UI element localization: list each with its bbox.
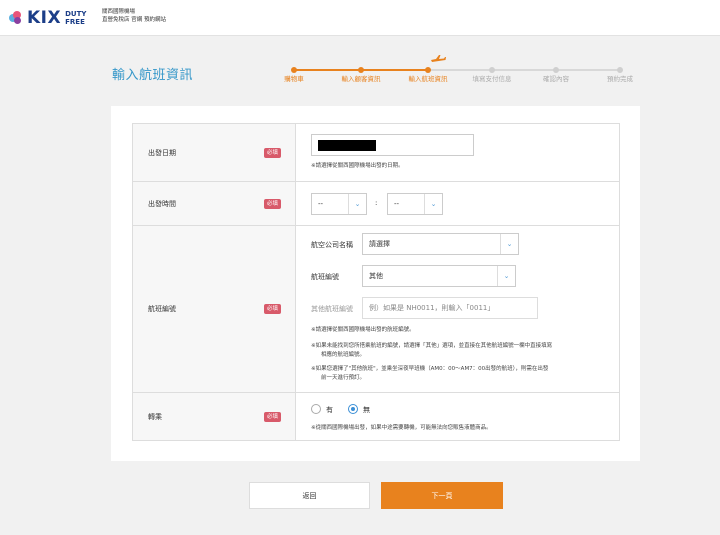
time-label: 出發時間 bbox=[148, 199, 176, 208]
step-dot-5 bbox=[553, 67, 559, 73]
label-cell-flight: 航班編號 必填 bbox=[132, 225, 296, 393]
transfer-no-label[interactable]: 無 bbox=[363, 405, 370, 415]
chevron-down-icon: ⌄ bbox=[348, 194, 366, 214]
step-label-3: 輸入航班資訊 bbox=[408, 75, 448, 83]
value-cell-transfer: 有 無 ※從關西國際機場出發，如果中途需要轉機，可能無法向您販售液體商品。 bbox=[295, 392, 620, 441]
transfer-yes-label[interactable]: 有 bbox=[326, 405, 333, 415]
logo-sub-line1: DUTY bbox=[65, 10, 87, 18]
label-cell-time: 出發時間 必填 bbox=[132, 181, 296, 226]
step-dot-4 bbox=[489, 67, 495, 73]
row-transfer: 轉乘 必填 有 無 ※從關西國際機場出發，如果中途需要轉機，可能無法向您販售液體… bbox=[132, 392, 620, 441]
date-value-redacted bbox=[318, 139, 376, 151]
step-dot-3 bbox=[425, 67, 431, 73]
chevron-down-icon: ⌄ bbox=[500, 234, 518, 254]
required-badge: 必填 bbox=[263, 304, 281, 314]
step-dot-6 bbox=[617, 67, 623, 73]
radio-checked-dot bbox=[351, 407, 355, 411]
step-label-4: 填寫支付信息 bbox=[472, 75, 512, 83]
row-departure-time: 出發時間 必填 -- ⌄ : -- ⌄ bbox=[132, 181, 620, 226]
date-input[interactable] bbox=[311, 134, 474, 156]
required-badge: 必填 bbox=[263, 147, 281, 158]
transfer-label: 轉乘 bbox=[148, 412, 162, 421]
flight-form: 出發日期 必填 ※請選擇從關西國際機場出發的日期。 出發時間 必填 -- ⌄:… bbox=[132, 123, 620, 441]
value-cell-time: -- ⌄ : -- ⌄ bbox=[295, 181, 620, 226]
next-button[interactable]: 下一頁 bbox=[381, 482, 503, 509]
kix-logo[interactable]: KIX DUTY FREE bbox=[9, 8, 86, 28]
flight-note-1: ※請選擇從關西國際機場出發的航班編號。 bbox=[311, 327, 415, 333]
step-label-1: 購物車 bbox=[284, 75, 304, 83]
airplane-icon bbox=[431, 55, 446, 62]
header-line2: 直營免稅店 官網 預約網站 bbox=[102, 17, 166, 23]
row-departure-date: 出發日期 必填 ※請選擇從關西國際機場出發的日期。 bbox=[132, 123, 620, 182]
airline-label: 航空公司名稱 bbox=[311, 241, 353, 249]
flight-label: 航班編號 bbox=[148, 305, 176, 313]
chevron-down-icon: ⌄ bbox=[497, 266, 515, 286]
back-button[interactable]: 返回 bbox=[249, 482, 370, 509]
row-flight-number: 航班編號 必填 航空公司名稱 請選擇 ⌄ 航班編號 其他 ⌄ 其他航班編號 例）… bbox=[132, 225, 620, 393]
step-dot-1 bbox=[291, 67, 297, 73]
header-tagline: 關西國際機場 直營免稅店 官網 預約網站 bbox=[102, 8, 166, 24]
step-label-2: 輸入顧客資訊 bbox=[341, 75, 381, 83]
other-flight-placeholder: 例）如果是 NH0011，則輸入「0011」 bbox=[369, 304, 495, 312]
value-cell-date: ※請選擇從關西國際機場出發的日期。 bbox=[295, 123, 620, 182]
logo-mark-icon bbox=[9, 11, 23, 25]
logo-text: KIX bbox=[27, 8, 62, 28]
transfer-yes-radio[interactable] bbox=[311, 404, 321, 414]
flight-note-3a: ※如果您選擇了"其他航班"，並乘坐深夜早班機（AM0：00～AM7：00出發的航… bbox=[311, 366, 549, 372]
transfer-no-radio[interactable] bbox=[348, 404, 358, 414]
airline-select[interactable]: 請選擇 ⌄ bbox=[362, 233, 519, 255]
other-flight-label: 其他航班編號 bbox=[311, 305, 353, 313]
flight-note-3b: 前一天進行預訂。 bbox=[321, 375, 366, 381]
label-cell-transfer: 轉乘 必填 bbox=[132, 392, 296, 441]
minute-value: -- bbox=[394, 200, 400, 208]
required-badge: 必填 bbox=[263, 198, 281, 209]
progress-track-todo bbox=[428, 69, 620, 71]
hour-value: -- bbox=[318, 200, 324, 208]
header-line1: 關西國際機場 bbox=[102, 9, 136, 15]
flight-no-value: 其他 bbox=[369, 272, 383, 280]
logo-sub-line2: FREE bbox=[65, 18, 85, 26]
flight-no-label: 航班編號 bbox=[311, 273, 339, 281]
flight-note-2a: ※如果未能找到您所搭乘航班的編號，請選擇「其他」選項，並直接在其他航班編號一欄中… bbox=[311, 343, 553, 349]
step-label-5: 確認內容 bbox=[543, 75, 569, 83]
other-flight-input[interactable]: 例）如果是 NH0011，則輸入「0011」 bbox=[362, 297, 538, 319]
chevron-down-icon: ⌄ bbox=[424, 194, 442, 214]
step-dot-2 bbox=[358, 67, 364, 73]
transfer-note: ※從關西國際機場出發，如果中途需要轉機，可能無法向您販售液體商品。 bbox=[311, 425, 492, 431]
label-cell-date: 出發日期 必填 bbox=[132, 123, 296, 182]
flight-no-select[interactable]: 其他 ⌄ bbox=[362, 265, 516, 287]
required-badge: 必填 bbox=[263, 411, 281, 422]
flight-note-2b: 相應的航班編號。 bbox=[321, 352, 366, 358]
date-note: ※請選擇從關西國際機場出發的日期。 bbox=[311, 163, 404, 169]
logo-subtext: DUTY FREE bbox=[65, 10, 86, 26]
hour-select[interactable]: -- ⌄ bbox=[311, 193, 367, 215]
time-separator: : bbox=[375, 199, 378, 207]
flight-form-card: 出發日期 必填 ※請選擇從關西國際機場出發的日期。 出發時間 必填 -- ⌄:… bbox=[111, 106, 640, 461]
minute-select[interactable]: -- ⌄ bbox=[387, 193, 443, 215]
site-header: KIX DUTY FREE 關西國際機場 直營免稅店 官網 預約網站 bbox=[0, 0, 720, 36]
step-label-6: 預約完成 bbox=[607, 75, 633, 83]
date-label: 出發日期 bbox=[148, 148, 176, 157]
airline-value: 請選擇 bbox=[369, 240, 390, 248]
value-cell-flight: 航空公司名稱 請選擇 ⌄ 航班編號 其他 ⌄ 其他航班編號 例）如果是 NH00… bbox=[295, 225, 620, 393]
progress-steps: 購物車 輸入顧客資訊 輸入航班資訊 填寫支付信息 確認內容 預約完成 bbox=[272, 55, 652, 96]
page-title: 輸入航班資訊 bbox=[112, 68, 194, 83]
